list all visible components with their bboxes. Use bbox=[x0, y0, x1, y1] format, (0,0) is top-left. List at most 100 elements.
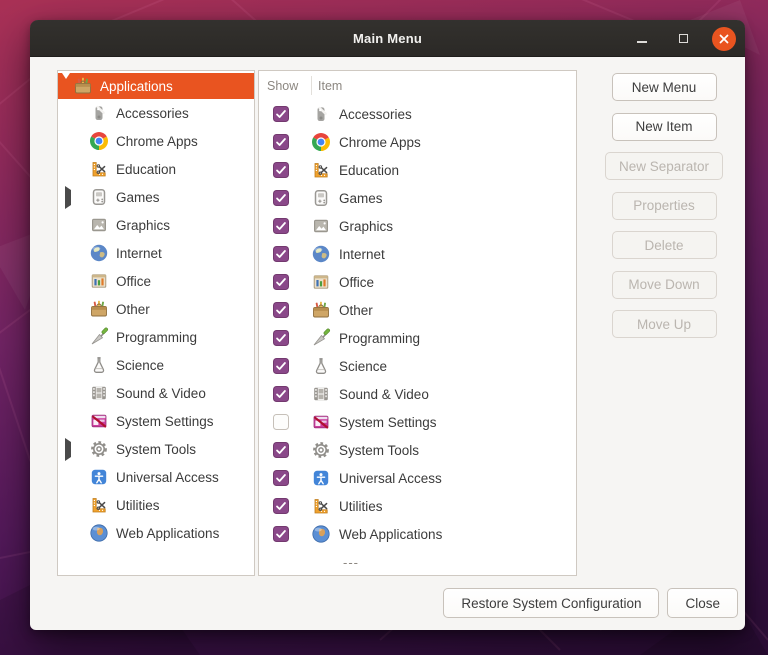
show-checkbox[interactable] bbox=[273, 218, 289, 234]
list-item-label: System Tools bbox=[339, 442, 420, 458]
delete-button[interactable]: Delete bbox=[611, 231, 717, 259]
checkmark-icon bbox=[276, 138, 286, 146]
expander-down-icon[interactable] bbox=[62, 72, 73, 94]
titlebar[interactable]: Main Menu bbox=[30, 20, 745, 57]
show-checkbox[interactable] bbox=[273, 386, 289, 402]
tree-item-label: Education bbox=[116, 161, 177, 177]
items-list-panel: Show Item Accessories Chrome Apps Educatio… bbox=[258, 70, 577, 576]
tree-item-sound-video[interactable]: Sound & Video bbox=[58, 379, 254, 407]
list-row-graphics[interactable]: Graphics bbox=[259, 212, 576, 240]
main-menu-window: Main Menu Applications Accessories Chrome … bbox=[30, 20, 745, 630]
separator-item[interactable]: --- bbox=[259, 548, 576, 575]
show-checkbox[interactable] bbox=[273, 414, 289, 430]
list-item-label: Science bbox=[339, 358, 388, 374]
show-checkbox[interactable] bbox=[273, 442, 289, 458]
office-icon bbox=[311, 272, 331, 292]
tree-item-label: Programming bbox=[116, 329, 198, 345]
tree-item-label: Web Applications bbox=[116, 525, 220, 541]
list-row-web-applications[interactable]: Web Applications bbox=[259, 520, 576, 548]
maximize-button[interactable] bbox=[671, 27, 695, 51]
list-item-label: Universal Access bbox=[339, 470, 442, 486]
tree-item-label: Accessories bbox=[116, 105, 189, 121]
minimize-button[interactable] bbox=[630, 27, 654, 51]
checkmark-icon bbox=[276, 502, 286, 510]
internet-icon bbox=[89, 243, 109, 263]
restore-system-configuration-button[interactable]: Restore System Configuration bbox=[443, 588, 660, 618]
show-checkbox[interactable] bbox=[273, 498, 289, 514]
list-row-accessories[interactable]: Accessories bbox=[259, 100, 576, 128]
tree-item-office[interactable]: Office bbox=[58, 267, 254, 295]
close-button[interactable] bbox=[712, 26, 736, 51]
tree-item-chrome-apps[interactable]: Chrome Apps bbox=[58, 127, 254, 155]
list-row-chrome-apps[interactable]: Chrome Apps bbox=[259, 128, 576, 156]
programming-icon bbox=[311, 328, 331, 348]
new-item-button[interactable]: New Item bbox=[611, 112, 717, 141]
column-divider[interactable] bbox=[311, 76, 312, 95]
chrome-icon bbox=[89, 131, 109, 151]
tree-item-programming[interactable]: Programming bbox=[58, 323, 254, 351]
tree-item-games[interactable]: Games bbox=[58, 183, 254, 211]
education-icon bbox=[311, 160, 331, 180]
list-row-education[interactable]: Education bbox=[259, 156, 576, 184]
checkmark-icon bbox=[276, 110, 286, 118]
show-checkbox[interactable] bbox=[273, 470, 289, 486]
tree-item-other[interactable]: Other bbox=[58, 295, 254, 323]
checkmark-icon bbox=[276, 194, 286, 202]
minimize-icon bbox=[637, 40, 647, 43]
checkmark-icon bbox=[276, 222, 286, 230]
list-item-label: System Settings bbox=[339, 414, 437, 430]
show-checkbox[interactable] bbox=[273, 358, 289, 374]
other-icon bbox=[89, 299, 109, 319]
tree-item-accessories[interactable]: Accessories bbox=[58, 99, 254, 127]
move-up-button[interactable]: Move Up bbox=[611, 310, 717, 338]
category-tree-panel: Applications Accessories Chrome Apps Educat… bbox=[57, 70, 255, 576]
list-row-other[interactable]: Other bbox=[259, 296, 576, 324]
tree-item-graphics[interactable]: Graphics bbox=[58, 211, 254, 239]
expander-right-icon[interactable] bbox=[65, 185, 76, 209]
show-checkbox[interactable] bbox=[273, 526, 289, 542]
list-row-programming[interactable]: Programming bbox=[259, 324, 576, 352]
list-item-label: Accessories bbox=[339, 106, 412, 122]
tree-item-education[interactable]: Education bbox=[58, 155, 254, 183]
side-button-column: New Menu New Item New Separator Properties D… bbox=[587, 73, 741, 338]
tree-item-universal-access[interactable]: Universal Access bbox=[58, 463, 254, 491]
list-row-utilities[interactable]: Utilities bbox=[259, 492, 576, 520]
list-item-label: Other bbox=[339, 302, 373, 318]
tree-item-system-tools[interactable]: System Tools bbox=[58, 435, 254, 463]
tree-item-label: Other bbox=[116, 301, 150, 317]
show-checkbox[interactable] bbox=[273, 162, 289, 178]
close-window-button[interactable]: Close bbox=[667, 588, 738, 618]
tree-item-applications[interactable]: Applications bbox=[58, 72, 254, 99]
show-checkbox[interactable] bbox=[273, 330, 289, 346]
list-row-system-settings[interactable]: System Settings bbox=[259, 408, 576, 436]
show-checkbox[interactable] bbox=[273, 134, 289, 150]
expander-right-icon[interactable] bbox=[65, 437, 76, 461]
tree-item-internet[interactable]: Internet bbox=[58, 239, 254, 267]
checkmark-icon bbox=[276, 530, 286, 538]
show-checkbox[interactable] bbox=[273, 274, 289, 290]
show-checkbox[interactable] bbox=[273, 190, 289, 206]
list-row-system-tools[interactable]: System Tools bbox=[259, 436, 576, 464]
column-header-show[interactable]: Show bbox=[267, 79, 304, 93]
list-row-sound-video[interactable]: Sound & Video bbox=[259, 380, 576, 408]
tree-item-system-settings[interactable]: System Settings bbox=[58, 407, 254, 435]
show-checkbox[interactable] bbox=[273, 106, 289, 122]
move-down-button[interactable]: Move Down bbox=[611, 270, 717, 299]
list-row-office[interactable]: Office bbox=[259, 268, 576, 296]
separator-label: --- bbox=[343, 554, 359, 570]
list-item-label: Web Applications bbox=[339, 526, 443, 542]
list-row-universal-access[interactable]: Universal Access bbox=[259, 464, 576, 492]
tree-item-utilities[interactable]: Utilities bbox=[58, 491, 254, 519]
tree-item-web-applications[interactable]: Web Applications bbox=[58, 519, 254, 547]
new-menu-button[interactable]: New Menu bbox=[611, 73, 717, 101]
list-row-games[interactable]: Games bbox=[259, 184, 576, 212]
show-checkbox[interactable] bbox=[273, 302, 289, 318]
maximize-icon bbox=[678, 34, 688, 43]
list-row-internet[interactable]: Internet bbox=[259, 240, 576, 268]
new-separator-button[interactable]: New Separator bbox=[604, 152, 724, 180]
column-header-item[interactable]: Item bbox=[318, 79, 342, 93]
show-checkbox[interactable] bbox=[273, 246, 289, 262]
list-row-science[interactable]: Science bbox=[259, 352, 576, 380]
tree-item-science[interactable]: Science bbox=[58, 351, 254, 379]
properties-button[interactable]: Properties bbox=[611, 191, 717, 220]
